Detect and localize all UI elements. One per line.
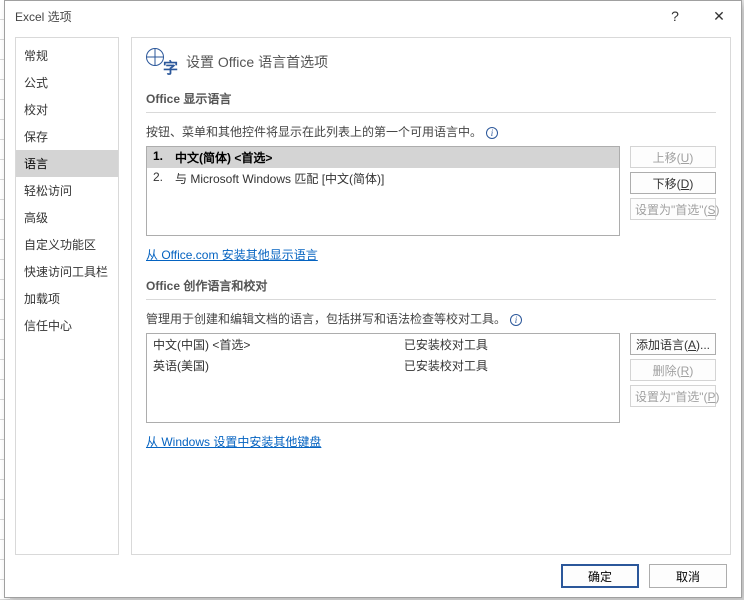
authoring-section-title: Office 创作语言和校对 xyxy=(146,277,716,300)
excel-options-dialog: Excel 选项 ? ✕ 常规 公式 校对 保存 语言 轻松访问 高级 自定义功… xyxy=(4,0,742,598)
sidebar-item-advanced[interactable]: 高级 xyxy=(16,204,118,231)
display-language-section-title: Office 显示语言 xyxy=(146,90,716,113)
install-display-language-link[interactable]: 从 Office.com 安装其他显示语言 xyxy=(146,246,318,263)
remove-language-button[interactable]: 删除(R) xyxy=(630,359,716,381)
sidebar-item-customize-ribbon[interactable]: 自定义功能区 xyxy=(16,231,118,258)
ok-button[interactable]: 确定 xyxy=(561,564,639,588)
cancel-button[interactable]: 取消 xyxy=(649,564,727,588)
authoring-language-list[interactable]: 中文(中国) <首选> 已安装校对工具 英语(美国) 已安装校对工具 xyxy=(146,333,620,423)
install-keyboard-link[interactable]: 从 Windows 设置中安装其他键盘 xyxy=(146,433,321,450)
heading-text: 设置 Office 语言首选项 xyxy=(186,52,328,72)
dialog-title: Excel 选项 xyxy=(15,8,72,25)
sidebar-item-addins[interactable]: 加载项 xyxy=(16,285,118,312)
display-language-item[interactable]: 2. 与 Microsoft Windows 匹配 [中文(简体)] xyxy=(147,168,619,189)
sidebar-item-save[interactable]: 保存 xyxy=(16,123,118,150)
display-language-list[interactable]: 1. 中文(简体) <首选> 2. 与 Microsoft Windows 匹配… xyxy=(146,146,620,236)
page-heading: 字 设置 Office 语言首选项 xyxy=(146,48,716,76)
info-icon[interactable]: i xyxy=(486,127,498,139)
language-globe-icon: 字 xyxy=(146,48,176,76)
set-preferred-display-button[interactable]: 设置为"首选"(S) xyxy=(630,198,716,220)
authoring-desc: 管理用于创建和编辑文档的语言，包括拼写和语法检查等校对工具。i xyxy=(146,310,716,327)
sidebar-item-proofing[interactable]: 校对 xyxy=(16,96,118,123)
set-preferred-authoring-button[interactable]: 设置为"首选"(P) xyxy=(630,385,716,407)
move-up-button[interactable]: 上移(U) xyxy=(630,146,716,168)
sidebar-item-trust-center[interactable]: 信任中心 xyxy=(16,312,118,339)
help-button[interactable]: ? xyxy=(653,2,697,30)
dialog-footer: 确定 取消 xyxy=(5,555,741,597)
sidebar-item-accessibility[interactable]: 轻松访问 xyxy=(16,177,118,204)
titlebar: Excel 选项 ? ✕ xyxy=(5,1,741,31)
close-button[interactable]: ✕ xyxy=(697,2,741,30)
sidebar-item-formulas[interactable]: 公式 xyxy=(16,69,118,96)
move-down-button[interactable]: 下移(D) xyxy=(630,172,716,194)
main-panel: 字 设置 Office 语言首选项 Office 显示语言 按钮、菜单和其他控件… xyxy=(131,37,731,555)
authoring-language-item[interactable]: 中文(中国) <首选> 已安装校对工具 xyxy=(147,334,619,355)
display-language-item[interactable]: 1. 中文(简体) <首选> xyxy=(147,147,619,168)
sidebar-item-language[interactable]: 语言 xyxy=(16,150,118,177)
display-language-desc: 按钮、菜单和其他控件将显示在此列表上的第一个可用语言中。i xyxy=(146,123,716,140)
authoring-language-item[interactable]: 英语(美国) 已安装校对工具 xyxy=(147,355,619,376)
sidebar-item-general[interactable]: 常规 xyxy=(16,42,118,69)
info-icon[interactable]: i xyxy=(510,314,522,326)
sidebar-item-quick-access[interactable]: 快速访问工具栏 xyxy=(16,258,118,285)
category-sidebar: 常规 公式 校对 保存 语言 轻松访问 高级 自定义功能区 快速访问工具栏 加载… xyxy=(15,37,119,555)
add-language-button[interactable]: 添加语言(A)... xyxy=(630,333,716,355)
